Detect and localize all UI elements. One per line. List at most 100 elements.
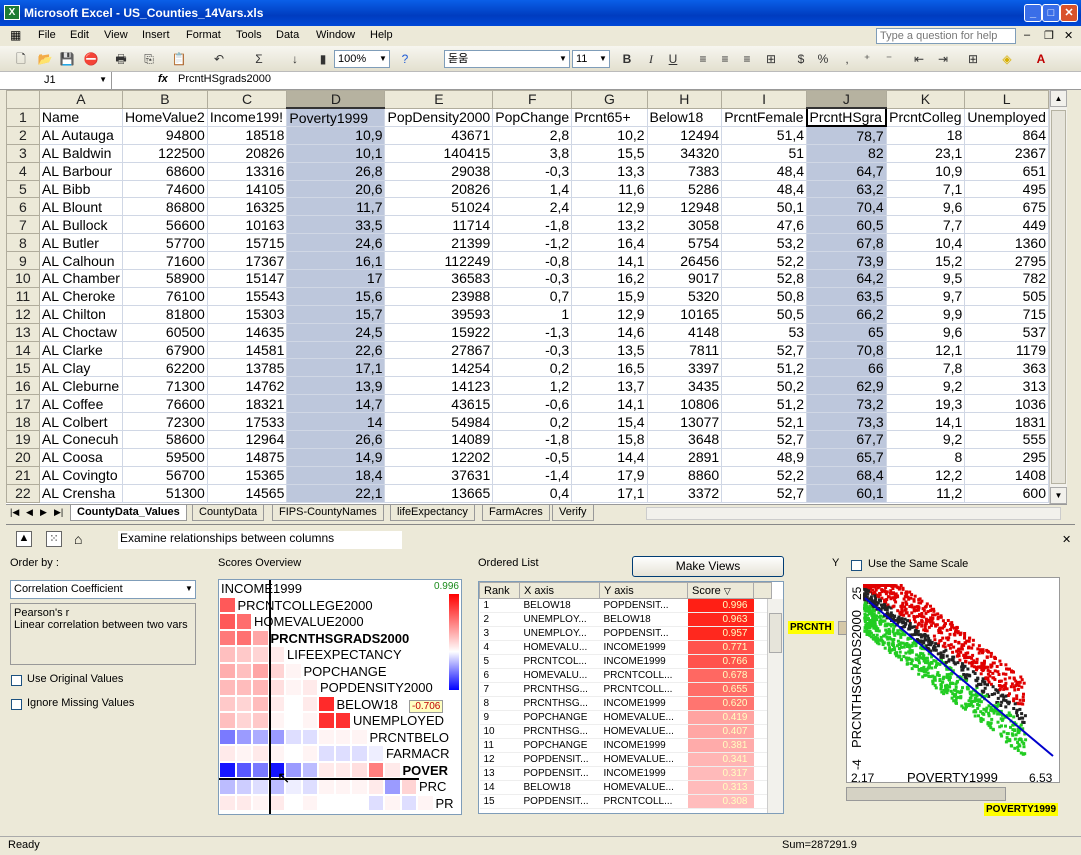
cell[interactable]: 24,6 (286, 233, 386, 253)
y-axis-badge[interactable]: PRCNTH (788, 621, 834, 634)
cell[interactable]: 7383 (646, 161, 723, 181)
overview-cell[interactable] (252, 778, 269, 795)
cell[interactable]: 15,7 (286, 304, 386, 324)
cell[interactable]: 60,1 (806, 483, 887, 503)
overview-cell[interactable] (301, 728, 318, 745)
cell[interactable]: 9,5 (885, 269, 966, 288)
percent-icon[interactable]: % (814, 50, 832, 68)
tab-countydata-values[interactable]: CountyData_Values (70, 505, 187, 521)
column-header-l[interactable]: L (964, 90, 1049, 109)
column-header-h[interactable]: H (646, 90, 723, 109)
cell[interactable]: 70,4 (806, 197, 887, 217)
cell[interactable]: 15,4 (571, 412, 648, 432)
cell[interactable]: 14565 (206, 483, 288, 503)
cell[interactable]: 10165 (646, 304, 723, 324)
overview-cell[interactable] (235, 613, 252, 630)
font-select[interactable]: 돋움 ▼ (444, 50, 570, 68)
cell[interactable]: 24,5 (286, 322, 386, 342)
cell[interactable]: 33,5 (286, 215, 386, 235)
cell[interactable]: 65,7 (806, 447, 887, 467)
overview-cell[interactable] (219, 761, 236, 778)
overview-cell[interactable] (334, 728, 351, 745)
cell[interactable]: 537 (964, 322, 1049, 342)
cell[interactable]: -0,3 (492, 340, 573, 360)
same-scale-checkbox[interactable] (851, 560, 862, 571)
cell[interactable]: 4148 (646, 322, 723, 342)
cell[interactable]: 39593 (384, 304, 494, 324)
cell[interactable]: 50,5 (721, 304, 808, 324)
cell[interactable]: 555 (964, 430, 1049, 449)
cell[interactable]: 52,7 (721, 483, 808, 503)
cell[interactable]: -0,3 (492, 269, 573, 288)
scroll-up-icon[interactable]: ▲ (1050, 90, 1067, 107)
overview-cell[interactable] (235, 662, 252, 679)
cell[interactable]: 15,2 (885, 251, 966, 271)
cell[interactable]: 15715 (206, 233, 288, 253)
sort-icon[interactable]: ↓ (286, 50, 304, 68)
underline-button[interactable]: U (664, 50, 682, 68)
cell[interactable]: 5286 (646, 179, 723, 199)
cell[interactable]: 48,4 (721, 161, 808, 181)
overview-cell[interactable] (252, 794, 269, 811)
cell[interactable]: 66,2 (806, 304, 887, 324)
overview-cell[interactable] (235, 695, 252, 712)
cell[interactable]: 53,2 (721, 233, 808, 253)
overview-cell[interactable] (367, 794, 384, 811)
cell[interactable]: 14875 (206, 447, 288, 467)
row-header[interactable]: 2 (6, 125, 40, 145)
home-icon[interactable]: ⌂ (74, 531, 82, 547)
cell[interactable]: 64,2 (806, 269, 887, 288)
cell[interactable]: 73,2 (806, 394, 887, 414)
column-header-i[interactable]: I (721, 90, 808, 109)
tab-lifeexpectancy[interactable]: lifeExpectancy (390, 505, 475, 521)
cell[interactable]: 15303 (206, 304, 288, 324)
cell[interactable]: 51300 (121, 483, 208, 503)
overview-cell[interactable] (318, 728, 335, 745)
cell[interactable]: 60500 (121, 322, 208, 342)
cell[interactable]: Below18 (646, 107, 723, 127)
cell[interactable]: 11,2 (885, 483, 966, 503)
cell[interactable]: 5320 (646, 286, 723, 306)
cell[interactable]: 3372 (646, 483, 723, 503)
cell[interactable]: 7,1 (885, 179, 966, 199)
list-item[interactable]: 11 POPCHANGE INCOME1999 0.381 (479, 738, 772, 753)
overview-cell[interactable] (268, 728, 285, 745)
cell[interactable]: 10,2 (571, 125, 648, 145)
overview-cell[interactable] (318, 712, 335, 729)
cell[interactable]: 0,2 (492, 412, 573, 432)
cell[interactable]: AL Crensha (38, 483, 123, 503)
overview-cell[interactable] (301, 679, 318, 696)
doc-restore-icon[interactable]: ❐ (1044, 29, 1054, 42)
overview-label[interactable]: PRCNTCOLLEGE2000 (237, 597, 373, 613)
cell[interactable]: AL Baldwin (38, 143, 123, 163)
list-item[interactable]: 2 UNEMPLOY... BELOW18 0.963 (479, 612, 772, 627)
row-header[interactable]: 6 (6, 197, 40, 217)
overview-cell[interactable] (351, 728, 368, 745)
overview-cell[interactable] (235, 679, 252, 696)
overview-cell[interactable] (384, 794, 401, 811)
cell[interactable]: AL Conecuh (38, 430, 123, 449)
tab-farmacres[interactable]: FarmAcres (482, 505, 550, 521)
row-header[interactable]: 1 (6, 107, 40, 127)
cell[interactable]: 12,1 (885, 340, 966, 360)
cell[interactable]: 8 (885, 447, 966, 467)
last-sheet-icon[interactable]: ▶| (54, 507, 63, 518)
cell[interactable]: 7811 (646, 340, 723, 360)
overview-cell[interactable] (400, 778, 417, 795)
overview-cell[interactable] (268, 679, 285, 696)
overview-cell[interactable] (219, 712, 236, 729)
cell[interactable]: 71300 (121, 376, 208, 396)
doc-close-icon[interactable]: ✕ (1064, 29, 1073, 42)
cell[interactable]: -1,4 (492, 465, 573, 485)
cell[interactable]: 15147 (206, 269, 288, 288)
merge-center-icon[interactable]: ⊞ (762, 50, 780, 68)
cell[interactable]: 15,9 (571, 286, 648, 306)
overview-cell[interactable] (417, 794, 434, 811)
bold-button[interactable]: B (618, 50, 636, 68)
overview-cell[interactable] (235, 728, 252, 745)
cell[interactable]: 10806 (646, 394, 723, 414)
overview-label[interactable]: PR (435, 795, 454, 811)
cell[interactable]: 11,7 (286, 197, 386, 217)
cell[interactable]: -0,8 (492, 251, 573, 271)
row-header[interactable]: 14 (6, 340, 40, 360)
